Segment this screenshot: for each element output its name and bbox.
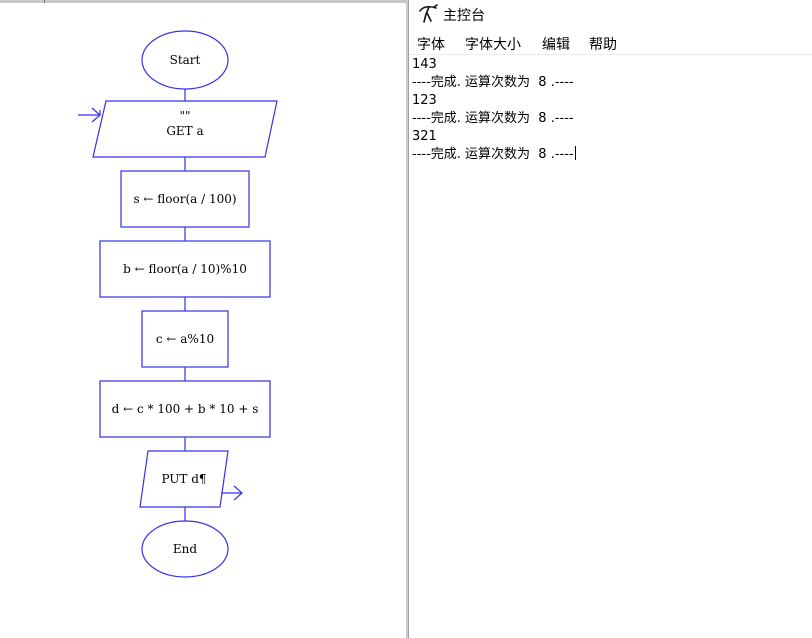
start-label: Start — [170, 53, 201, 67]
flowchart-pane: Start "" GET a s ← floor(a / 100) b ← fl… — [0, 0, 407, 638]
output-line: 143 — [412, 57, 437, 72]
assign-c-label: c ← a%10 — [156, 332, 214, 346]
menu-font[interactable]: 字体 — [417, 34, 445, 54]
assign-d-label: d ← c * 100 + b * 10 + s — [112, 402, 259, 416]
flowchart: Start "" GET a s ← floor(a / 100) b ← fl… — [78, 30, 278, 578]
input-statement-label: GET a — [166, 124, 203, 138]
menu-edit[interactable]: 编辑 — [542, 34, 570, 54]
output-line: ----完成. 运算次数为 8 .---- — [412, 75, 574, 90]
console-output[interactable]: 143 ----完成. 运算次数为 8 .---- 123 ----完成. 运算… — [412, 56, 808, 164]
output-line: 321 — [412, 129, 437, 144]
assign-s-label: s ← floor(a / 100) — [133, 192, 236, 206]
output-line: 123 — [412, 93, 437, 108]
menu-bar: 字体 字体大小 编辑 帮助 — [409, 32, 812, 55]
text-caret — [574, 146, 576, 160]
end-label: End — [173, 542, 197, 556]
output-line-last: ----完成. 运算次数为 8 .---- — [412, 146, 808, 164]
arrow-right-icon — [221, 485, 243, 501]
output-line-text: ----完成. 运算次数为 8 .---- — [412, 147, 574, 162]
menu-font-size[interactable]: 字体大小 — [465, 34, 521, 54]
menu-help[interactable]: 帮助 — [589, 34, 617, 54]
output-label: PUT d¶ — [161, 472, 206, 486]
arrow-right-icon — [78, 107, 101, 123]
console-titlebar[interactable]: 主控台 — [409, 0, 812, 30]
console-title: 主控台 — [443, 8, 485, 24]
output-line: ----完成. 运算次数为 8 .---- — [412, 111, 574, 126]
console-window: 主控台 字体 字体大小 编辑 帮助 143 ----完成. 运算次数为 8 .-… — [409, 0, 812, 638]
dinosaur-icon — [419, 4, 438, 23]
input-prompt-label: "" — [179, 109, 190, 123]
assign-b-label: b ← floor(a / 10)%10 — [123, 262, 247, 276]
